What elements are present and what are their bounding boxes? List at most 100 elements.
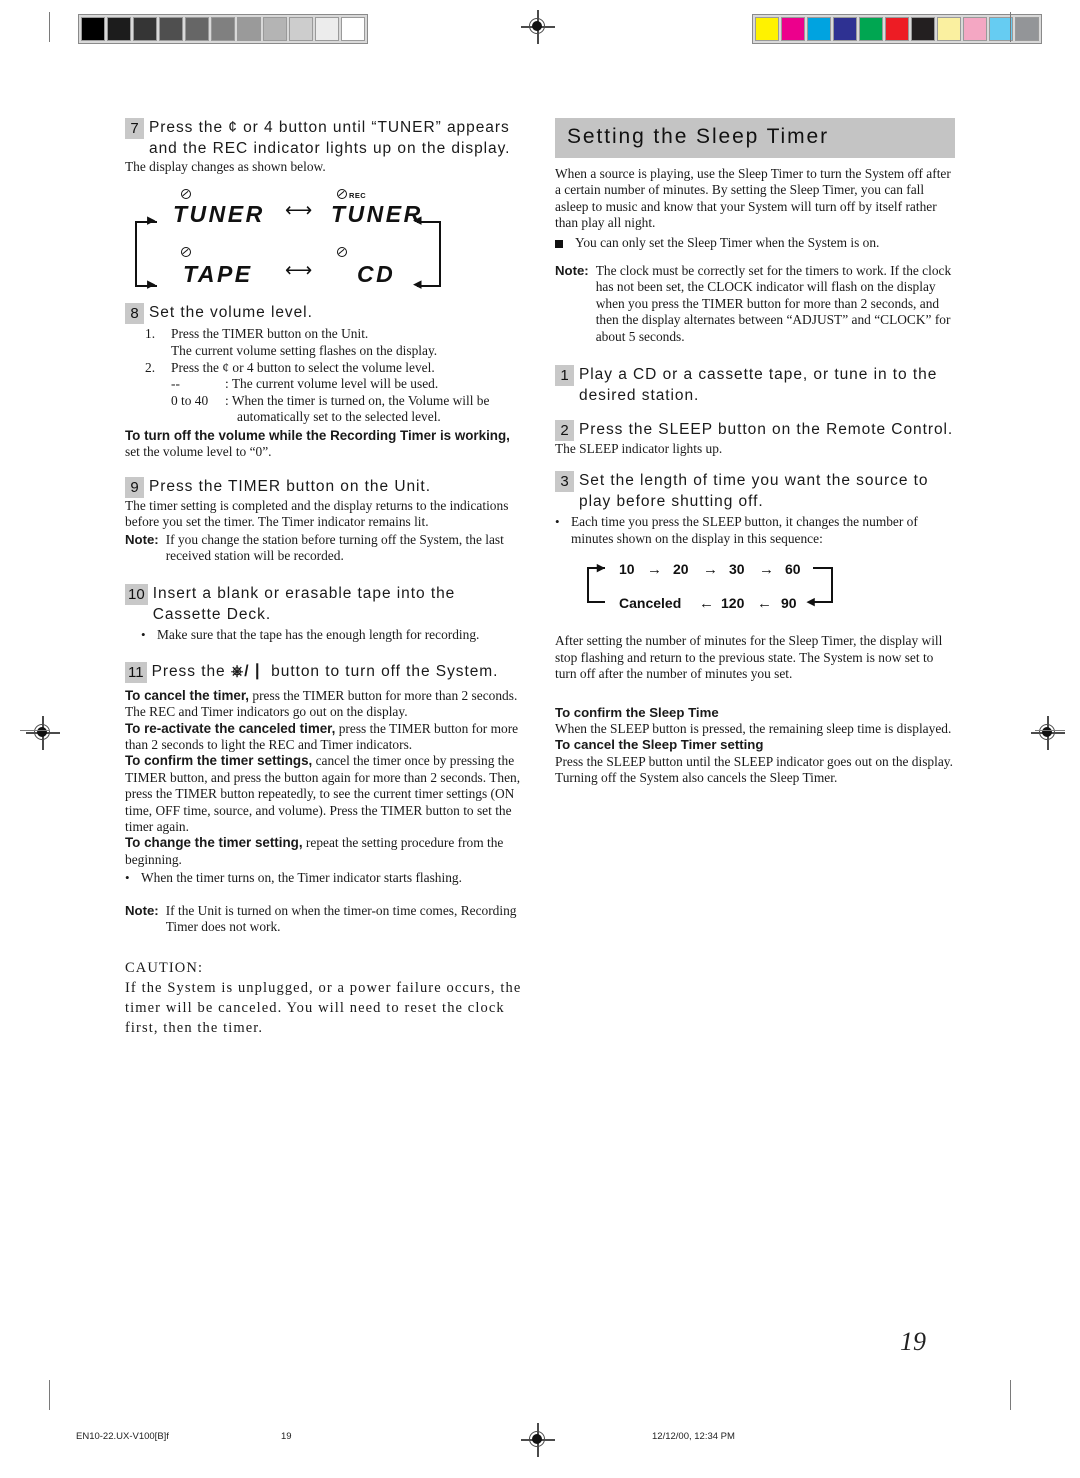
display-flow-figure: ▸ ▸ ◂ ◂ REC TUNER TUNER TAPE CD ⟷ ⟷	[125, 187, 515, 299]
back-arrow-icon: ←	[757, 595, 772, 613]
bullet-text: Each time you press the SLEEP button, it…	[571, 514, 918, 546]
gray-swatch	[211, 17, 235, 41]
color-swatch	[807, 17, 831, 41]
step-11: 11 Press the ⎈/┃ button to turn off the …	[125, 661, 525, 683]
step-8-sublist: 1. Press the TIMER button on the Unit. T…	[145, 326, 525, 426]
definition-key: 0 to 40	[171, 392, 209, 408]
clock-icon	[181, 247, 191, 258]
arrow-head-icon: ▸	[147, 210, 156, 230]
note-label: Note:	[555, 263, 589, 279]
bold-note-rest: set the volume level to “0”.	[125, 444, 272, 460]
sleep-step-2-body: The SLEEP indicator lights up.	[555, 441, 723, 457]
bullet-icon: •	[125, 870, 130, 886]
arrow-head-icon: ◂	[807, 593, 815, 611]
sub-item: 1. Press the TIMER button on the Unit.	[145, 326, 525, 343]
figure-line	[439, 221, 441, 288]
step-headline: Play a CD or a cassette tape, or tune in…	[579, 366, 938, 404]
figure-line	[813, 601, 833, 604]
sleep-timer-note: Note: The clock must be correctly set fo…	[555, 263, 955, 345]
figure-line	[813, 567, 833, 570]
bullet-text: Make sure that the tape has the enough l…	[157, 627, 480, 643]
step-8-bold-note: To turn off the volume while the Recordi…	[125, 428, 525, 461]
figure-line	[135, 221, 137, 288]
grayscale-calibration-bar	[78, 14, 368, 44]
gray-swatch	[81, 17, 105, 41]
cancel-sleep-body: Press the SLEEP button until the SLEEP i…	[555, 753, 953, 769]
bold-lead: To confirm the timer settings,	[125, 753, 313, 769]
gray-swatch	[315, 17, 339, 41]
crop-tick	[1035, 730, 1065, 731]
note-label: Note:	[125, 531, 159, 547]
step-headline: Press the TIMER button on the Unit.	[149, 477, 431, 495]
double-arrow-icon: ⟷	[285, 260, 313, 282]
step-11-note: Note: If the Unit is turned on when the …	[125, 903, 525, 936]
step-headline: Press the ⎈/┃ button to turn off the Sys…	[152, 662, 499, 683]
bold-lead: To turn off the volume while the Recordi…	[125, 427, 510, 443]
sub-item-text: Press the ¢ or 4 button to select the vo…	[171, 359, 435, 375]
arrow-head-icon: ◂	[413, 274, 422, 294]
reactivate-timer-paragraph: To re-activate the canceled timer, press…	[125, 721, 525, 754]
caution-text: If the System is unplugged, or a power f…	[125, 979, 522, 1036]
sub-item-text: Press the TIMER button on the Unit.	[171, 326, 369, 342]
gray-swatch	[133, 17, 157, 41]
color-swatch	[833, 17, 857, 41]
definition-value: : When the timer is turned on, the Volum…	[225, 392, 490, 408]
color-swatch	[781, 17, 805, 41]
sleep-timer-square-bullet: You can only set the Sleep Timer when th…	[555, 235, 955, 251]
bullet-text: When the timer turns on, the Timer indic…	[141, 870, 462, 886]
step-9-body: The timer setting is completed and the d…	[125, 497, 509, 530]
gray-swatch	[341, 17, 365, 41]
registration-mark-icon	[521, 10, 555, 44]
page-number: 19	[900, 1327, 926, 1356]
document-page: 7 Press the ¢ or 4 button until “TUNER” …	[0, 0, 1080, 1478]
step-headline: Set the volume level.	[149, 304, 313, 322]
sleep-after-text: After setting the number of minutes for …	[555, 633, 943, 682]
step-number: 3	[555, 471, 574, 493]
definition-row: -- : The current volume level will be us…	[171, 376, 525, 393]
color-swatch	[963, 17, 987, 41]
clock-indicator-icon	[337, 247, 347, 258]
confirm-sleep-body: When the SLEEP button is pressed, the re…	[555, 720, 952, 736]
step-7-caption: The display changes as shown below.	[125, 159, 326, 174]
definition-value: : The current volume level will be used.	[225, 376, 439, 392]
sequence-value: 30	[729, 561, 745, 578]
confirm-sleep-heading: To confirm the Sleep Time	[555, 704, 719, 720]
caution-label: CAUTION:	[125, 959, 204, 976]
forward-arrow-icon: →	[647, 561, 662, 579]
bullet-icon: •	[141, 627, 146, 643]
step-number: 2	[555, 420, 574, 442]
headline-pre: Press the	[151, 662, 231, 680]
square-bullet-text: You can only set the Sleep Timer when th…	[575, 234, 880, 250]
step-number: 8	[125, 303, 144, 325]
bold-lead: To change the timer setting,	[125, 835, 303, 851]
sleep-step-1: 1 Play a CD or a cassette tape, or tune …	[555, 365, 955, 406]
lcd-word: CD	[357, 261, 396, 288]
sub-item-continuation: The current volume setting flashes on th…	[171, 343, 438, 358]
registration-mark-icon	[1031, 716, 1065, 750]
registration-mark-icon	[26, 716, 60, 750]
note-text: If you change the station before turning…	[165, 531, 504, 563]
step-headline: Press the SLEEP button on the Remote Con…	[579, 421, 954, 439]
section-title: Setting the Sleep Timer	[555, 118, 955, 158]
left-column: 7 Press the ¢ or 4 button until “TUNER” …	[125, 118, 525, 1038]
clock-rec-indicator-icon: REC	[337, 189, 366, 200]
step-headline: Press the ¢ or 4 button until “TUNER” ap…	[149, 119, 511, 157]
forward-arrow-icon: →	[703, 561, 718, 579]
note-text: The clock must be correctly set for the …	[595, 263, 952, 344]
step-8: 8 Set the volume level.	[125, 303, 525, 325]
figure-line	[587, 601, 605, 604]
crop-tick	[49, 12, 50, 42]
step-10-bullet: • Make sure that the tape has the enough…	[141, 627, 525, 643]
change-timer-paragraph: To change the timer setting, repeat the …	[125, 835, 525, 868]
gray-swatch	[289, 17, 313, 41]
definition-continuation: automatically set to the selected level.	[237, 409, 441, 425]
footer-filename: EN10-22.UX-V100[B]f	[76, 1431, 169, 1442]
lcd-word: TUNER	[331, 201, 423, 228]
bold-lead: To cancel the timer,	[125, 687, 250, 703]
gray-swatch	[107, 17, 131, 41]
step-headline: Insert a blank or erasable tape into the…	[152, 585, 456, 623]
crop-tick	[1010, 12, 1011, 42]
clock-indicator-icon	[181, 247, 191, 258]
gray-swatch	[263, 17, 287, 41]
gray-swatch	[185, 17, 209, 41]
